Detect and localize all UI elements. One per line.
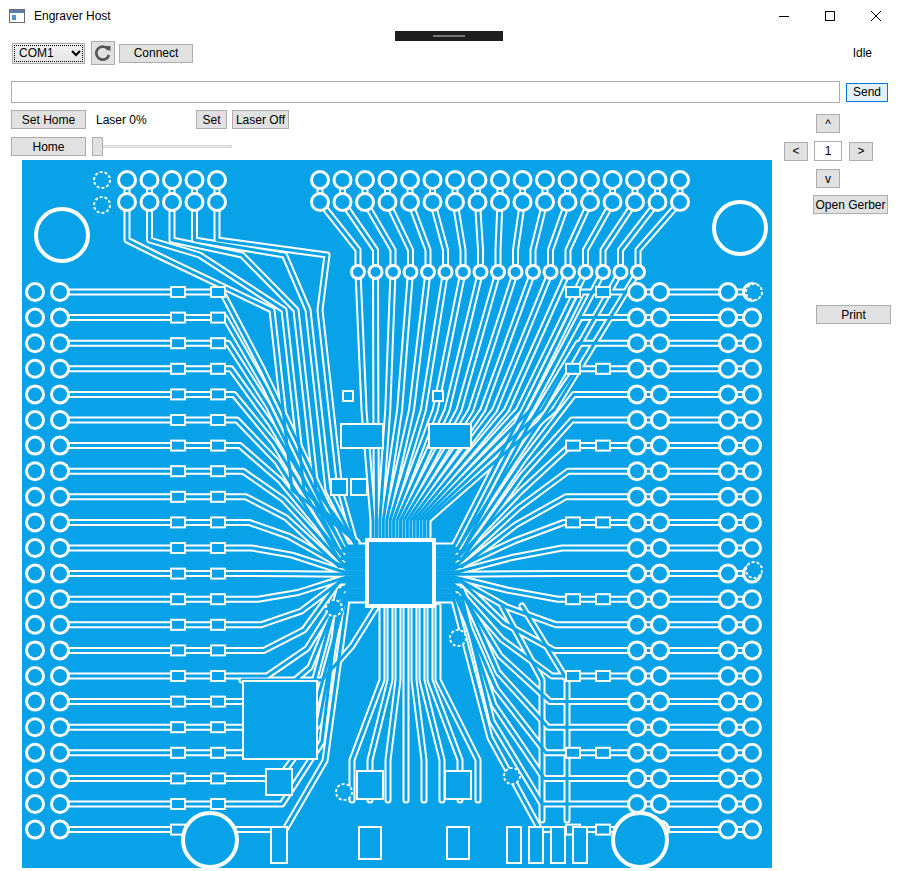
drag-handle[interactable] [395,31,503,41]
set-home-button[interactable]: Set Home [11,110,86,129]
minimize-icon [779,11,789,21]
left-panel: Set Home Laser 0% Set Laser Off Home [0,103,772,868]
open-gerber-button[interactable]: Open Gerber [813,195,888,214]
laser-slider[interactable] [92,137,232,156]
laser-off-button[interactable]: Laser Off [232,110,289,129]
close-icon [871,11,881,21]
pcb-preview [22,160,772,868]
jog-pad: ^ < > v [784,114,899,188]
title-bar: Engraver Host [0,0,899,32]
window-title: Engraver Host [34,7,111,25]
command-input[interactable] [11,81,840,103]
minimize-button[interactable] [761,0,807,32]
maximize-icon [825,11,835,21]
close-button[interactable] [853,0,899,32]
laser-label: Laser 0% [86,111,196,129]
workspace: Set Home Laser 0% Set Laser Off Home ^ <… [0,103,899,868]
step-input[interactable] [814,141,842,161]
port-select[interactable]: COM1 [12,43,85,64]
slider-thumb[interactable] [92,137,103,156]
refresh-icon [93,43,113,63]
jog-left-button[interactable]: < [784,142,808,161]
jog-right-button[interactable]: > [849,142,873,161]
maximize-button[interactable] [807,0,853,32]
jog-up-button[interactable]: ^ [816,114,840,133]
copper-layer [60,180,752,830]
isolation-layer [60,180,752,830]
pad-layer [25,170,766,867]
status-label: Idle [853,44,872,62]
right-panel: ^ < > v Open Gerber Print [772,103,899,868]
laser-set-button[interactable]: Set [196,110,227,129]
app-icon [9,9,25,23]
refresh-button[interactable] [91,41,115,65]
slider-track [92,145,232,148]
home-button[interactable]: Home [11,137,86,156]
send-button[interactable]: Send [846,83,888,102]
jog-down-button[interactable]: v [816,169,840,188]
connect-button[interactable]: Connect [119,44,193,63]
command-bar: Send [0,81,899,103]
print-button[interactable]: Print [816,305,891,324]
